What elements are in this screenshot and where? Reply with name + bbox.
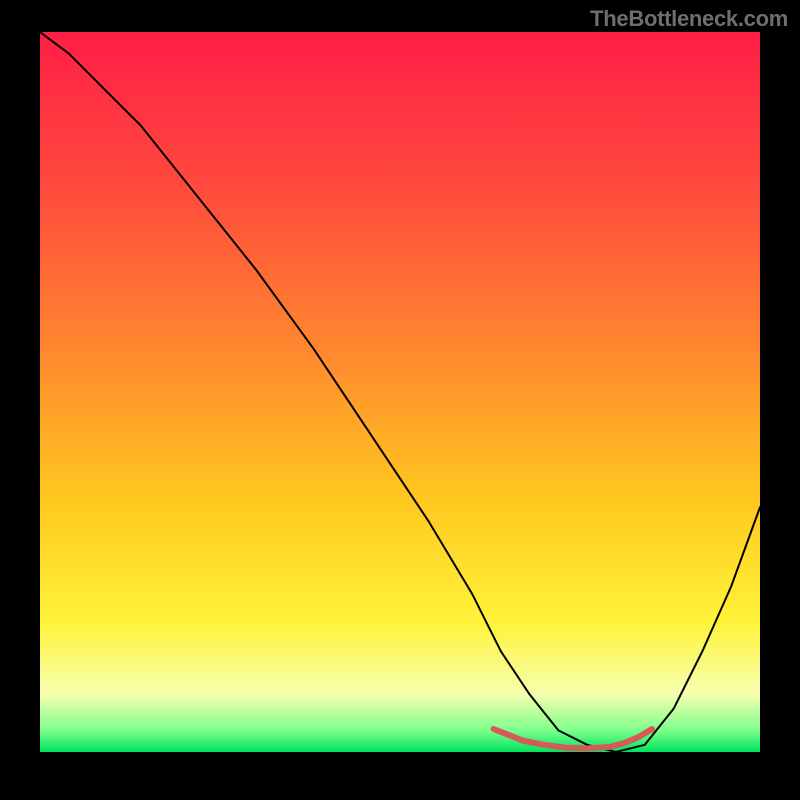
plot-area bbox=[40, 32, 760, 752]
watermark-text: TheBottleneck.com bbox=[590, 6, 788, 32]
chart-svg bbox=[40, 32, 760, 752]
chart-frame: TheBottleneck.com bbox=[0, 0, 800, 800]
gradient-fill bbox=[40, 32, 760, 752]
